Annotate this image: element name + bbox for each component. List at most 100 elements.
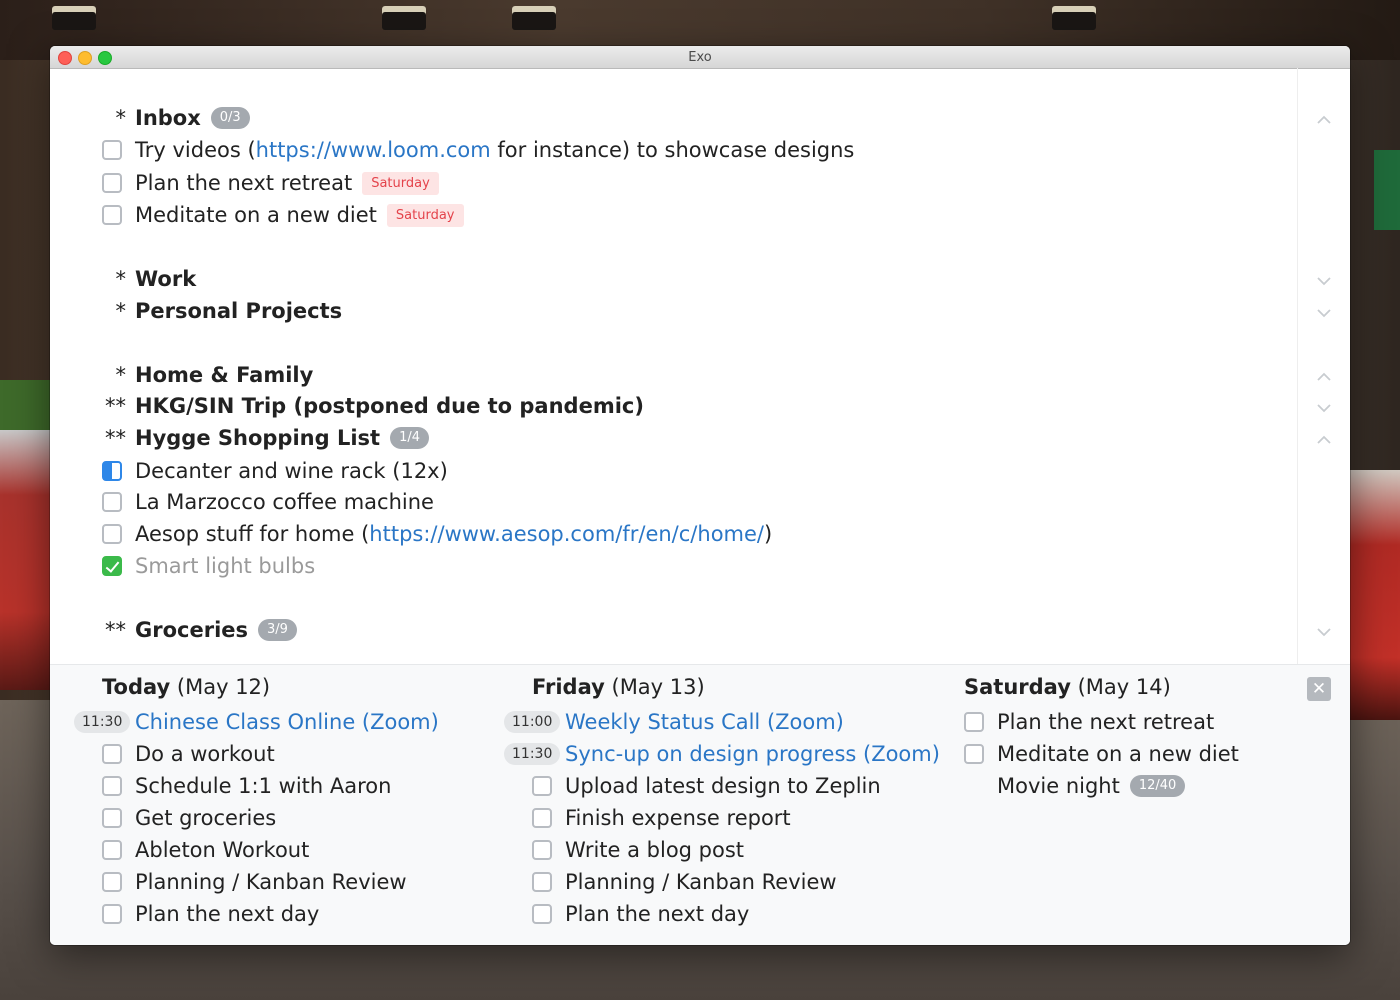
day-date: (May 12) <box>176 675 271 699</box>
heading-marker: * <box>115 106 127 130</box>
chevron-down-icon[interactable] <box>1315 401 1333 415</box>
app-window: Exo * Inbox 0/3 Try videos (https://www.… <box>50 46 1350 945</box>
task-text: Try videos ( <box>135 138 256 162</box>
task-text: Plan the next retreat <box>135 171 353 195</box>
heading-marker: * <box>115 267 127 291</box>
task-checkbox[interactable] <box>102 524 122 544</box>
background-lamp <box>512 6 556 30</box>
task-link[interactable]: https://www.loom.com <box>256 138 491 162</box>
task-checkbox[interactable] <box>532 776 552 796</box>
task-checkbox[interactable] <box>532 904 552 924</box>
task-checkbox[interactable] <box>102 904 122 924</box>
task-text: Plan the next day <box>565 902 750 926</box>
fold-gutter <box>1297 68 1350 664</box>
close-agenda-button[interactable]: ✕ <box>1307 677 1331 701</box>
section-title: Personal Projects <box>135 299 343 323</box>
task-link[interactable]: https://www.aesop.com/fr/en/c/home/ <box>369 522 764 546</box>
task-item: Plan the next retreat <box>912 707 1342 737</box>
task-item: Schedule 1:1 with Aaron <box>50 771 480 801</box>
column-heading: Today (May 12) <box>102 675 270 699</box>
task-text: Smart light bulbs <box>135 554 316 578</box>
note-item[interactable]: Movie night 12/40 <box>912 771 1342 801</box>
task-item: Do a workout <box>50 739 480 769</box>
task-checkbox[interactable] <box>532 840 552 860</box>
task-text: Ableton Workout <box>135 838 310 862</box>
section-title: Inbox <box>135 106 201 130</box>
task-checkbox[interactable] <box>102 744 122 764</box>
task-checkbox[interactable] <box>532 808 552 828</box>
task-checkbox[interactable] <box>964 712 984 732</box>
heading-marker: * <box>115 299 127 323</box>
background-taxi <box>1350 470 1400 720</box>
due-date-tag[interactable]: Saturday <box>362 171 439 195</box>
due-date-tag[interactable]: Saturday <box>386 203 464 227</box>
task-checkbox[interactable] <box>532 872 552 892</box>
agenda-column-today: Today (May 12) 11:30 Chinese Class Onlin… <box>50 665 470 945</box>
task-text: Do a workout <box>135 742 275 766</box>
task-item: Write a blog post <box>480 835 910 865</box>
background-lamp <box>1052 6 1096 30</box>
task-checkbox[interactable] <box>102 492 122 512</box>
column-heading: Saturday (May 14) <box>964 675 1171 699</box>
chevron-up-icon[interactable] <box>1315 113 1333 127</box>
task-item: Ableton Workout <box>50 835 480 865</box>
window-close-button[interactable] <box>58 51 72 65</box>
task-checkbox-done[interactable] <box>102 556 122 576</box>
task-checkbox[interactable] <box>102 808 122 828</box>
event-time: 11:30 <box>504 743 561 765</box>
task-checkbox[interactable] <box>102 205 122 225</box>
heading-marker: ** <box>105 394 126 418</box>
chevron-down-icon[interactable] <box>1315 274 1333 288</box>
event-title[interactable]: Chinese Class Online (Zoom) <box>135 710 439 734</box>
calendar-event[interactable]: 11:30 Chinese Class Online (Zoom) <box>50 707 480 737</box>
task-text: La Marzocco coffee machine <box>135 490 434 514</box>
task-item: Upload latest design to Zeplin <box>480 771 910 801</box>
task-checkbox[interactable] <box>102 840 122 860</box>
chevron-down-icon[interactable] <box>1315 306 1333 320</box>
task-text: Write a blog post <box>565 838 745 862</box>
task-checkbox[interactable] <box>102 776 122 796</box>
task-checkbox-in-progress[interactable] <box>102 461 122 481</box>
task-item: Meditate on a new diet <box>912 739 1342 769</box>
window-minimize-button[interactable] <box>78 51 92 65</box>
background-sign <box>1374 150 1400 230</box>
task-checkbox[interactable] <box>102 140 122 160</box>
heading-marker: * <box>115 363 127 387</box>
task-checkbox[interactable] <box>102 173 122 193</box>
count-badge: 12/40 <box>1129 775 1186 797</box>
event-title[interactable]: Sync-up on design progress (Zoom) <box>565 742 940 766</box>
task-text: Meditate on a new diet <box>997 742 1239 766</box>
heading-marker: ** <box>105 618 126 642</box>
event-title[interactable]: Weekly Status Call (Zoom) <box>565 710 844 734</box>
title-bar[interactable]: Exo <box>50 46 1350 69</box>
chevron-up-icon[interactable] <box>1315 433 1333 447</box>
background-taxi <box>0 430 50 690</box>
task-text: Decanter and wine rack (12x) <box>135 459 448 483</box>
calendar-event[interactable]: 11:00 Weekly Status Call (Zoom) <box>480 707 910 737</box>
outline-pane: * Inbox 0/3 Try videos (https://www.loom… <box>50 68 1297 664</box>
section-title: Hygge Shopping List <box>135 426 381 450</box>
agenda-panel: Today (May 12) 11:30 Chinese Class Onlin… <box>50 664 1350 945</box>
day-date: (May 14) <box>1077 675 1171 699</box>
task-checkbox[interactable] <box>102 872 122 892</box>
task-text: for instance) to showcase designs <box>490 138 855 162</box>
section-title: HKG/SIN Trip (postponed due to pandemic) <box>135 394 644 418</box>
task-text: Planning / Kanban Review <box>135 870 407 894</box>
calendar-event[interactable]: 11:30 Sync-up on design progress (Zoom) <box>480 739 940 769</box>
count-badge: 3/9 <box>258 619 297 641</box>
task-text: Planning / Kanban Review <box>565 870 837 894</box>
count-badge: 0/3 <box>210 107 250 129</box>
note-text: Movie night <box>997 774 1120 798</box>
chevron-up-icon[interactable] <box>1315 370 1333 384</box>
event-time: 11:30 <box>74 711 131 733</box>
task-text: Aesop stuff for home ( <box>135 522 370 546</box>
window-zoom-button[interactable] <box>98 51 112 65</box>
background-lamp <box>382 6 426 30</box>
task-item: Planning / Kanban Review <box>480 867 910 897</box>
task-text: Plan the next day <box>135 902 320 926</box>
task-checkbox[interactable] <box>964 744 984 764</box>
chevron-down-icon[interactable] <box>1315 625 1333 639</box>
window-title: Exo <box>688 50 712 65</box>
task-text: Schedule 1:1 with Aaron <box>135 774 392 798</box>
day-name: Saturday <box>964 675 1071 699</box>
